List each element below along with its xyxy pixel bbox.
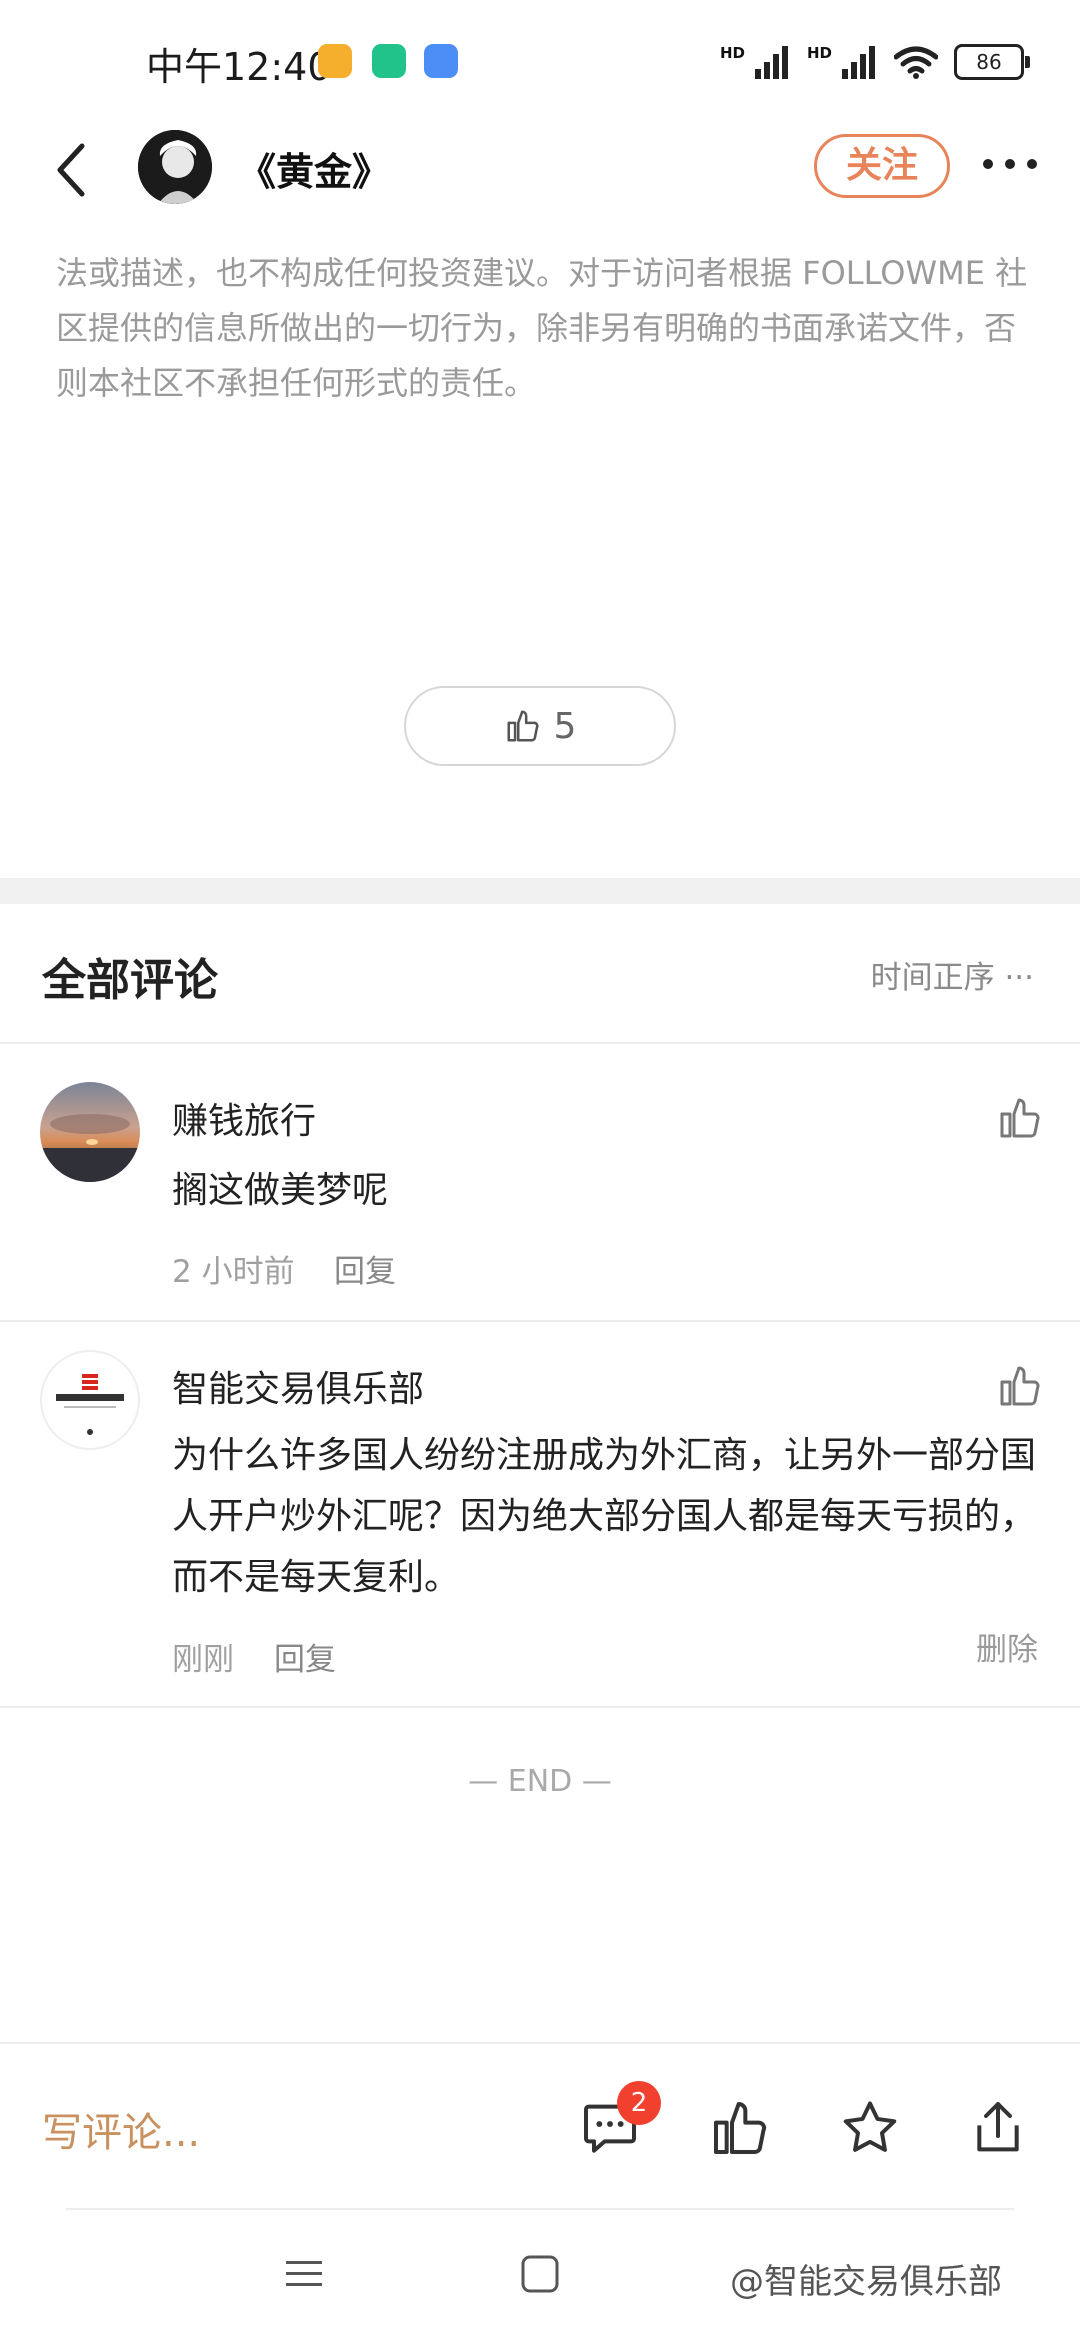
thumb-up-icon <box>507 710 539 742</box>
comment-text: 搁这做美梦呢 <box>172 1170 389 1211</box>
commenter-avatar[interactable] <box>40 1350 140 1450</box>
reply-button[interactable]: 回复 <box>334 1246 396 1291</box>
hd-label-1: HD <box>719 44 745 62</box>
star-icon[interactable] <box>838 2096 902 2160</box>
signal-icon-2 <box>842 46 875 79</box>
commenter-avatar[interactable] <box>40 1082 140 1182</box>
section-divider <box>0 878 1080 904</box>
notes-app-icon <box>318 44 352 78</box>
status-bar: 中午12:40 HD HD 86 <box>0 0 1080 120</box>
commenter-name[interactable]: 赚钱旅行 <box>172 1092 316 1144</box>
author-avatar[interactable] <box>138 130 212 204</box>
divider <box>0 1706 1080 1708</box>
share-icon[interactable] <box>966 2096 1030 2160</box>
comment-text: 为什么许多国人纷纷注册成为外汇商，让另外一部分国人开户炒外汇呢？因为绝大部分国人… <box>172 1435 1037 1598</box>
battery-indicator: 86 <box>954 44 1030 80</box>
thumb-up-icon[interactable] <box>708 2096 772 2160</box>
follow-button[interactable]: 关注 <box>814 134 950 198</box>
like-count: 5 <box>553 705 577 747</box>
assistant-app-icon <box>424 44 458 78</box>
sort-label: 时间正序 <box>870 960 995 996</box>
commenter-name[interactable]: 智能交易俱乐部 <box>172 1360 424 1412</box>
security-app-icon <box>372 44 406 78</box>
watermark: @智能交易俱乐部 <box>730 2262 1002 2302</box>
divider <box>0 1042 1080 1044</box>
comment-time: 刚刚 <box>172 1642 234 1678</box>
page-title: 《黄金》 <box>238 150 391 194</box>
end-marker: — END — <box>468 1764 612 1799</box>
signal-icon <box>754 46 788 79</box>
divider <box>0 1320 1080 1322</box>
status-time: 中午12:40 <box>146 45 332 89</box>
article-disclaimer: 法或描述，也不构成任何投资建议。对于访问者根据 FOLLOWME 社区提供的信息… <box>56 254 1028 402</box>
sort-more-icon: ··· <box>1004 960 1034 996</box>
bottom-bar-divider <box>0 2042 1080 2044</box>
comment-count-badge: 2 <box>617 2081 661 2125</box>
back-icon[interactable] <box>48 140 96 200</box>
more-icon[interactable] <box>980 144 1040 184</box>
menu-icon[interactable] <box>280 2250 328 2298</box>
delete-button[interactable]: 删除 <box>976 1624 1038 1669</box>
sort-selector[interactable]: 时间正序 ··· <box>871 952 1034 997</box>
article-like-button[interactable]: 5 <box>404 686 676 766</box>
wifi-icon <box>894 46 938 79</box>
write-comment-input[interactable]: 写评论... <box>42 2100 200 2158</box>
comment-like-icon[interactable] <box>996 1094 1044 1142</box>
comment-like-icon[interactable] <box>996 1362 1044 1410</box>
hd-label-2: HD <box>806 44 832 62</box>
reply-button[interactable]: 回复 <box>274 1634 336 1679</box>
nav-divider <box>66 2208 1014 2210</box>
comment-time: 2 小时前 <box>172 1254 295 1290</box>
home-icon[interactable] <box>516 2250 564 2298</box>
status-indicators: HD HD 86 <box>719 38 1030 86</box>
comments-title: 全部评论 <box>42 955 218 1006</box>
